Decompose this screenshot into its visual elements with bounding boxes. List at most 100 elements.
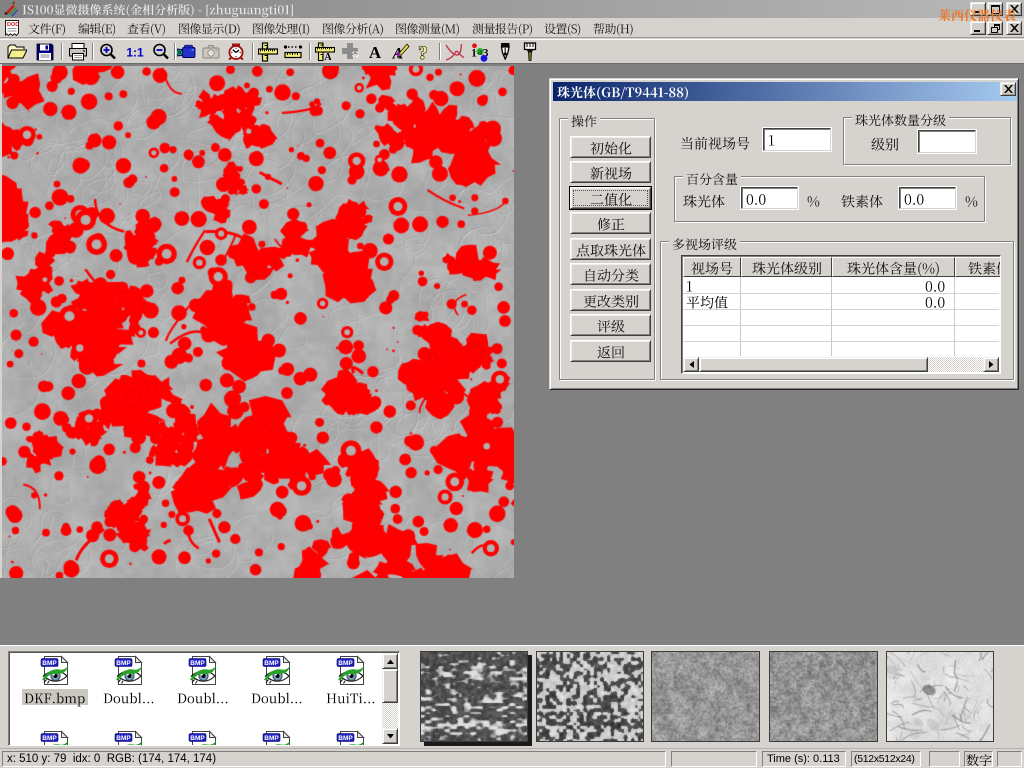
return-button[interactable] (570, 340, 651, 362)
caliper-button[interactable] (255, 41, 281, 63)
menu-item-image-measure[interactable] (389, 19, 466, 37)
video-camera-button[interactable] (173, 41, 199, 63)
table-hscroll-thumb[interactable] (699, 357, 928, 372)
menu-item-edit[interactable] (72, 19, 122, 37)
menu-item-settings[interactable] (538, 19, 587, 37)
bmp-file-icon[interactable]: BMP (188, 730, 218, 746)
print-button[interactable] (65, 41, 91, 63)
svg-text:BMP: BMP (42, 735, 57, 742)
bottom-pane: BMP BMP BMP (0, 645, 1024, 748)
open-button[interactable] (4, 41, 30, 63)
file-label[interactable] (318, 689, 384, 705)
thumbnail-3[interactable] (651, 651, 760, 742)
svg-text:A: A (369, 43, 382, 62)
pearlite-input[interactable] (741, 187, 798, 209)
file-list: BMP BMP BMP (8, 651, 400, 746)
bmp-file-icon[interactable]: BMP (114, 730, 144, 746)
bmp-file-icon[interactable]: BMP (114, 655, 144, 686)
toolbar-separator (309, 43, 311, 60)
timer-button[interactable] (223, 41, 249, 63)
pick-pearlite-button[interactable] (570, 238, 651, 260)
toolbar: 1:1 (0, 39, 1024, 63)
help-button[interactable]: ? (410, 41, 436, 63)
still-camera-button[interactable] (198, 41, 224, 63)
new-field-button[interactable] (570, 161, 651, 183)
toolbar-separator (439, 43, 441, 60)
pen-button[interactable] (492, 41, 518, 63)
zoom-in-button[interactable] (95, 41, 121, 63)
distance-measure-button[interactable] (280, 41, 306, 63)
fix-button[interactable] (570, 212, 651, 234)
move-disabled-button[interactable] (338, 41, 364, 63)
title-bar (0, 0, 1024, 18)
table-hscroll-right-button[interactable] (983, 357, 999, 372)
header-pearlite-level[interactable] (741, 257, 832, 277)
bmp-file-icon[interactable]: BMP (336, 730, 366, 746)
zoom-out-button[interactable] (148, 41, 174, 63)
text-button[interactable]: A (362, 41, 388, 63)
operation-group-label (568, 111, 600, 130)
bmp-file-icon[interactable]: BMP (262, 655, 292, 686)
rating-table (681, 255, 1001, 374)
table-hscroll-left-button[interactable] (683, 357, 699, 372)
svg-text:BMP: BMP (338, 735, 353, 742)
menu-item-image-processing[interactable] (246, 19, 316, 37)
curve-analysis-button[interactable] (442, 41, 468, 63)
current-field-input[interactable] (763, 128, 831, 151)
thumbnail-4[interactable] (769, 651, 878, 742)
menu-item-image-analysis[interactable] (316, 19, 390, 37)
menu-bar: DOC (0, 18, 1024, 38)
menu-item-help[interactable] (587, 19, 639, 37)
menu-item-view[interactable] (121, 19, 172, 37)
percent-group (674, 176, 985, 222)
file-scroll-thumb[interactable] (382, 669, 398, 703)
svg-text:BMP: BMP (264, 735, 279, 742)
auto-classify-button[interactable] (570, 263, 651, 285)
dialog-close-button[interactable] (1000, 82, 1016, 96)
rate-button[interactable] (570, 314, 651, 336)
grading-group (843, 117, 1011, 165)
row2-field[interactable] (686, 293, 728, 309)
brush-button[interactable] (517, 41, 543, 63)
thumbnail-2[interactable] (536, 651, 644, 742)
metallographic-image[interactable] (2, 66, 514, 578)
menu-item-file[interactable] (22, 19, 72, 37)
save-button[interactable] (32, 41, 58, 63)
bmp-file-icon[interactable]: BMP (40, 655, 70, 686)
init-button[interactable] (570, 136, 651, 158)
menu-item-image-display[interactable] (172, 19, 246, 37)
header-ferrite-content[interactable] (955, 257, 1001, 277)
pearlite-label (683, 190, 725, 211)
thumbnail-1[interactable] (420, 651, 528, 742)
svg-text:BMP: BMP (190, 735, 205, 742)
file-label[interactable] (96, 689, 162, 705)
menu-item-measure-report[interactable] (466, 19, 539, 37)
bmp-file-icon[interactable]: BMP (336, 655, 366, 686)
file-scroll-up-button[interactable] (382, 653, 398, 669)
ferrite-input[interactable] (899, 187, 956, 209)
file-scroll-down-button[interactable] (382, 728, 398, 744)
actual-size-button[interactable]: 1:1 (122, 41, 148, 63)
thumbnail-5[interactable] (886, 651, 994, 742)
level-input[interactable] (918, 130, 976, 153)
bmp-file-icon[interactable]: BMP (262, 730, 292, 746)
caliper-annotate-button[interactable]: A (312, 41, 338, 63)
toolbar-separator (92, 43, 94, 60)
file-label[interactable] (170, 689, 236, 705)
ferrite-label (841, 190, 883, 211)
curves-icon (445, 42, 465, 62)
dialog-title-bar[interactable] (553, 82, 1017, 101)
save-icon (35, 42, 55, 62)
svg-text:BMP: BMP (190, 660, 205, 667)
svg-text:1: 1 (471, 46, 477, 60)
classify-button[interactable]: 1 a 3 (467, 41, 493, 63)
row2-content[interactable] (925, 293, 945, 309)
file-label[interactable] (244, 689, 310, 705)
bmp-file-icon[interactable]: BMP (40, 730, 70, 746)
document-icon: DOC (4, 20, 20, 36)
bmp-file-icon[interactable]: BMP (188, 655, 218, 686)
change-class-button[interactable] (570, 289, 651, 311)
binarize-button[interactable] (570, 187, 651, 209)
file-label[interactable] (22, 689, 88, 705)
app-icon (2, 1, 18, 17)
